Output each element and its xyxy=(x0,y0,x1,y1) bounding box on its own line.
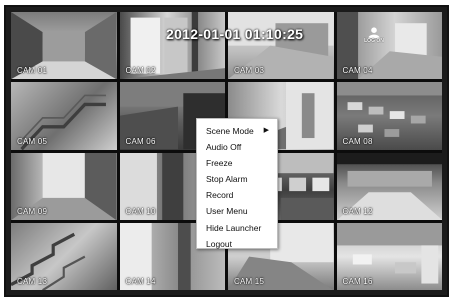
menu-item-label: Freeze xyxy=(206,158,233,169)
menu-item-label: User Menu xyxy=(206,206,248,217)
menu-item-audio-off[interactable]: Audio Off xyxy=(197,139,277,155)
camera-label: CAM 01 xyxy=(17,66,48,76)
user-icon xyxy=(368,27,380,38)
menu-item-user-menu[interactable]: User Menu xyxy=(197,203,277,219)
camera-label: CAM 08 xyxy=(342,136,373,146)
camera-label: CAM 05 xyxy=(17,136,48,146)
camera-label: CAM 06 xyxy=(125,136,156,146)
camera-tile-03[interactable]: CAM 03 xyxy=(228,12,334,80)
menu-item-label: Hide Launcher xyxy=(206,222,262,233)
menu-item-label: Audio Off xyxy=(206,142,242,153)
camera-label: CAM 04 xyxy=(342,66,373,76)
log-on-label: LOG ON xyxy=(364,38,384,44)
camera-tile-16[interactable]: CAM 16 xyxy=(336,222,442,290)
camera-label: CAM 09 xyxy=(17,206,48,216)
camera-label: CAM 13 xyxy=(17,277,48,286)
datetime-display: 2012-01-01 01:10:25 xyxy=(166,26,304,42)
menu-item-label: Record xyxy=(206,190,234,201)
camera-tile-12[interactable]: CAM 12 xyxy=(336,152,442,220)
log-on-indicator[interactable]: LOG ON xyxy=(363,27,385,47)
camera-label: CAM 12 xyxy=(342,206,373,216)
camera-tile-02[interactable]: CAM 02 xyxy=(119,12,225,80)
menu-item-record[interactable]: Record xyxy=(197,187,277,203)
menu-item-logout[interactable]: Logout xyxy=(197,236,277,252)
menu-item-label: Scene Mode xyxy=(206,126,254,136)
camera-tile-09[interactable]: CAM 09 xyxy=(11,152,117,220)
menu-item-hide-launcher[interactable]: Hide Launcher xyxy=(197,220,277,236)
menu-item-label: Stop Alarm xyxy=(206,174,248,185)
camera-tile-08[interactable]: CAM 08 xyxy=(336,82,442,150)
camera-tile-04[interactable]: CAM 04 xyxy=(336,12,442,80)
camera-tile-05[interactable]: CAM 05 xyxy=(11,82,117,150)
camera-label: CAM 02 xyxy=(125,66,156,76)
camera-tile-13[interactable]: CAM 13 xyxy=(11,222,117,290)
menu-item-label: Logout xyxy=(206,238,232,249)
camera-label: CAM 15 xyxy=(234,277,265,286)
menu-item-scene-mode[interactable]: Scene Mode ▶ xyxy=(197,123,277,139)
camera-label: CAM 14 xyxy=(125,277,156,286)
context-menu: Scene Mode ▶ Audio Off Freeze Stop Alarm… xyxy=(196,118,278,249)
camera-tile-01[interactable]: CAM 01 xyxy=(11,12,117,80)
camera-label: CAM 03 xyxy=(234,66,265,76)
dvr-live-view: CAM 01 CAM 02 CAM 03 CAM 04 CAM 05 CAM 0… xyxy=(4,5,449,297)
submenu-arrow-icon: ▶ xyxy=(263,127,269,134)
camera-label: CAM 10 xyxy=(125,206,156,216)
camera-label: CAM 16 xyxy=(342,277,373,286)
menu-item-freeze[interactable]: Freeze xyxy=(197,155,277,171)
menu-item-stop-alarm[interactable]: Stop Alarm xyxy=(197,171,277,187)
